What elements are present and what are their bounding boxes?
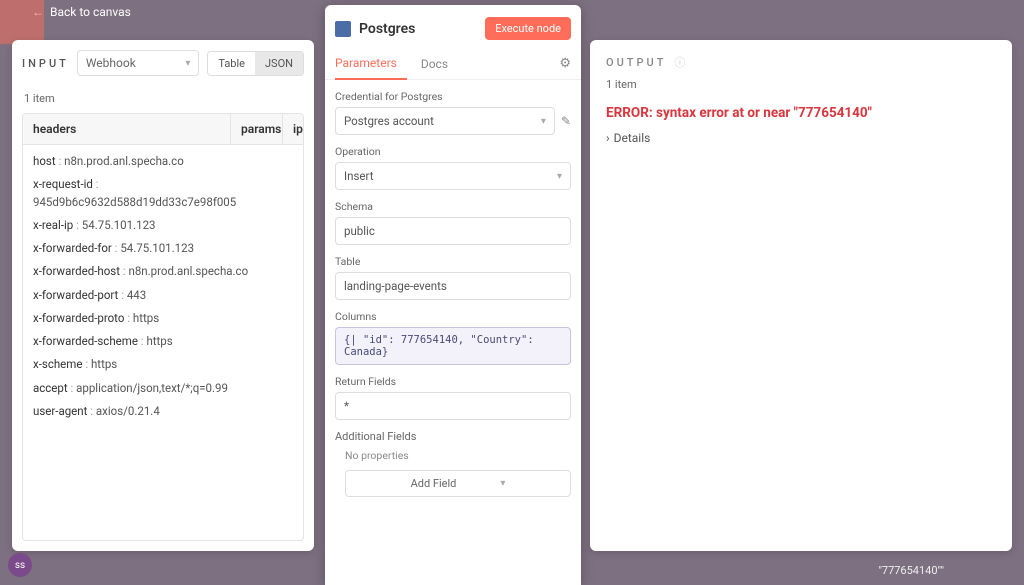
table-row: x-real-ip : 54.75.101.123 [33,217,293,234]
node-config-panel: Postgres Execute node Parameters Docs ⚙ … [325,5,581,585]
back-to-canvas-link[interactable]: Back to canvas [50,5,131,19]
details-toggle[interactable]: › Details [606,131,996,145]
table-row: x-request-id : 945d9b6c9632d588d19dd33c7… [33,176,293,211]
output-panel: OUTPUT ⓘ 1 item ERROR: syntax error at o… [590,40,1012,551]
schema-label: Schema [335,200,571,213]
tab-parameters[interactable]: Parameters [335,48,407,80]
chevron-down-icon: ▾ [500,478,505,489]
credential-value: Postgres account [344,114,434,128]
table-row: x-scheme : https [33,356,293,373]
tab-docs[interactable]: Docs [421,49,458,79]
table-toggle[interactable]: Table [208,52,255,75]
node-title: Postgres [359,21,415,37]
no-properties-text: No properties [345,449,571,462]
table-row: x-forwarded-proto : https [33,310,293,327]
operation-value: Insert [344,169,373,183]
error-message: ERROR: syntax error at or near "77765414… [606,105,996,121]
table-input[interactable] [335,272,571,300]
app-logo [0,0,44,44]
return-fields-label: Return Fields [335,375,571,388]
view-toggle: Table JSON [207,51,304,76]
output-item-count: 1 item [606,78,996,91]
chevron-down-icon: ▾ [557,171,562,182]
json-toggle[interactable]: JSON [255,52,303,75]
chevron-down-icon: ▾ [185,58,190,69]
table-label: Table [335,255,571,268]
output-title: OUTPUT [606,56,666,69]
postgres-icon [335,21,351,37]
add-field-button[interactable]: Add Field ▾ [345,470,571,497]
avatar[interactable]: ss [8,553,32,577]
add-field-label: Add Field [411,477,457,490]
table-row: x-forwarded-for : 54.75.101.123 [33,240,293,257]
chevron-right-icon: › [606,131,610,145]
operation-label: Operation [335,145,571,158]
columns-expression[interactable]: {| "id": 777654140, "Country": Canada} [335,327,571,365]
columns-label: Columns [335,310,571,323]
input-title: INPUT [22,57,69,70]
col-query: ip_ [283,114,303,144]
credential-select[interactable]: Postgres account ▾ [335,107,555,135]
chevron-down-icon: ▾ [541,116,546,127]
error-snippet: "777654140"" [878,564,944,577]
col-params: params [231,114,283,144]
input-panel: INPUT Webhook ▾ Table JSON 1 item header… [12,40,314,551]
table-row: host : n8n.prod.anl.specha.co [33,153,293,170]
input-source-value: Webhook [86,56,136,70]
execute-node-button[interactable]: Execute node [485,17,571,40]
table-row: user-agent : axios/0.21.4 [33,403,293,420]
table-row: x-forwarded-host : n8n.prod.anl.specha.c… [33,263,293,280]
input-item-count: 1 item [24,92,302,105]
table-row: x-forwarded-port : 443 [33,287,293,304]
table-row: accept : application/json,text/*;q=0.99 [33,380,293,397]
gear-icon[interactable]: ⚙ [559,56,571,71]
additional-fields-label: Additional Fields [335,430,571,443]
credential-label: Credential for Postgres [335,90,571,103]
table-row: x-forwarded-scheme : https [33,333,293,350]
pencil-icon[interactable]: ✎ [561,114,571,128]
return-fields-input[interactable] [335,392,571,420]
input-source-select[interactable]: Webhook ▾ [77,50,200,76]
col-headers: headers [23,114,231,144]
input-data-table: headers params ip_ host : n8n.prod.anl.s… [22,113,304,541]
details-label: Details [614,131,651,145]
info-icon[interactable]: ⓘ [674,54,685,70]
operation-select[interactable]: Insert ▾ [335,162,571,190]
schema-input[interactable] [335,217,571,245]
